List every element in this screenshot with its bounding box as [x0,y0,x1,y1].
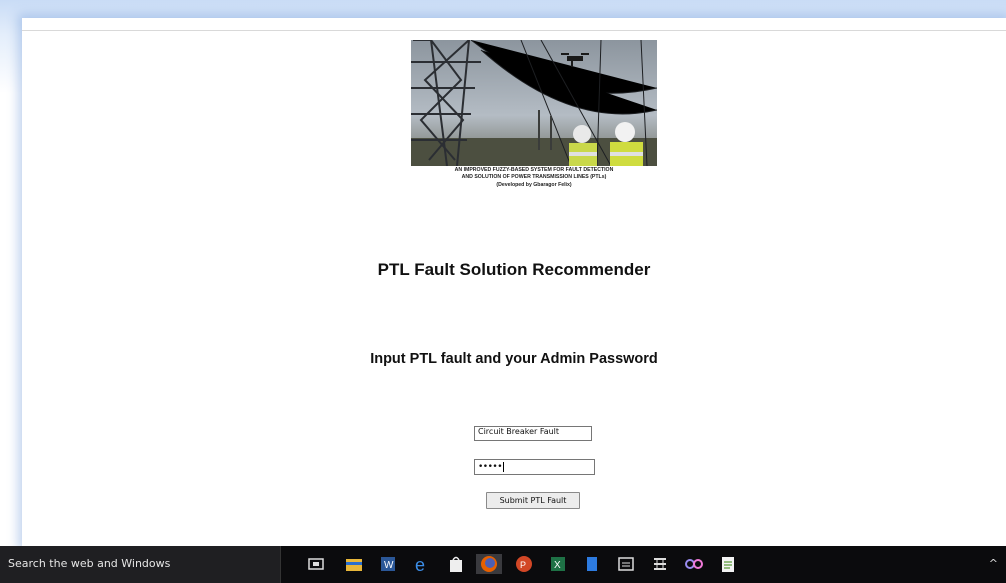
powerpoint-icon[interactable]: P [514,554,534,574]
ptl-fault-value: Circuit Breaker Fault [478,427,560,436]
transmission-tower-banner-image [411,40,657,166]
web-page: AN IMPROVED FUZZY-BASED SYSTEM FOR FAULT… [22,18,1006,546]
text-caret [503,461,505,472]
calculator-icon[interactable] [616,554,636,574]
edge-icon[interactable]: e [412,554,432,574]
system-tray-chevron-icon[interactable]: ^ [989,557,998,570]
caption-line-2: AND SOLUTION OF POWER TRANSMISSION LINES… [461,173,607,180]
svg-text:e: e [415,555,425,573]
firefox-icon[interactable] [476,554,502,574]
store-icon[interactable] [446,554,466,574]
app-icon[interactable] [582,554,602,574]
taskbar-search-box[interactable]: Search the web and Windows [0,546,281,583]
network-tool-icon[interactable] [650,554,670,574]
admin-password-field[interactable]: ••••• [474,459,595,475]
banner-caption: AN IMPROVED FUZZY-BASED SYSTEM FOR FAULT… [406,167,662,189]
windows-taskbar: Search the web and Windows W e P X ^ [0,546,1006,583]
caption-line-1: AN IMPROVED FUZZY-BASED SYSTEM FOR FAULT… [454,167,614,173]
page-title: PTL Fault Solution Recommender [377,260,651,279]
submit-ptl-fault-button[interactable]: Submit PTL Fault [486,492,580,509]
taskbar-search-text: Search the web and Windows [8,557,171,570]
excel-icon[interactable]: X [548,554,568,574]
ptl-fault-input[interactable]: Circuit Breaker Fault [474,426,592,441]
form-instructions: Input PTL fault and your Admin Password [370,351,658,367]
password-mask: ••••• [478,462,503,472]
svg-text:X: X [554,560,561,571]
header-divider [22,30,1006,31]
link-app-icon[interactable] [684,554,704,574]
task-view-icon[interactable] [306,554,326,574]
file-explorer-icon[interactable] [344,554,364,574]
svg-text:W: W [384,560,394,571]
word-icon[interactable]: W [378,554,398,574]
svg-text:P: P [520,560,526,570]
notepad-icon[interactable] [718,554,738,574]
developer-credit: (Developed by Gbaragor Felix) [496,182,572,189]
